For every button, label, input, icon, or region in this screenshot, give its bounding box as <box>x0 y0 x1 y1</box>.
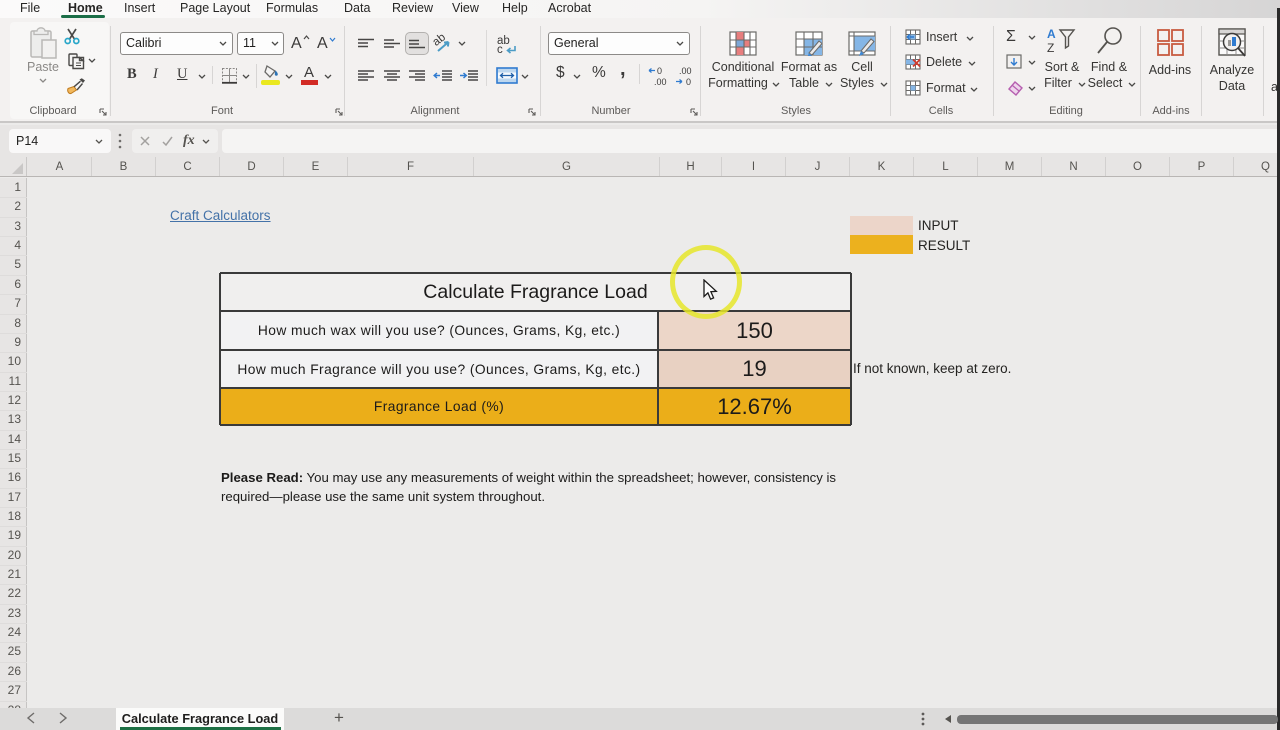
svg-text:Z: Z <box>1047 41 1054 55</box>
svg-text:A: A <box>1047 27 1056 41</box>
